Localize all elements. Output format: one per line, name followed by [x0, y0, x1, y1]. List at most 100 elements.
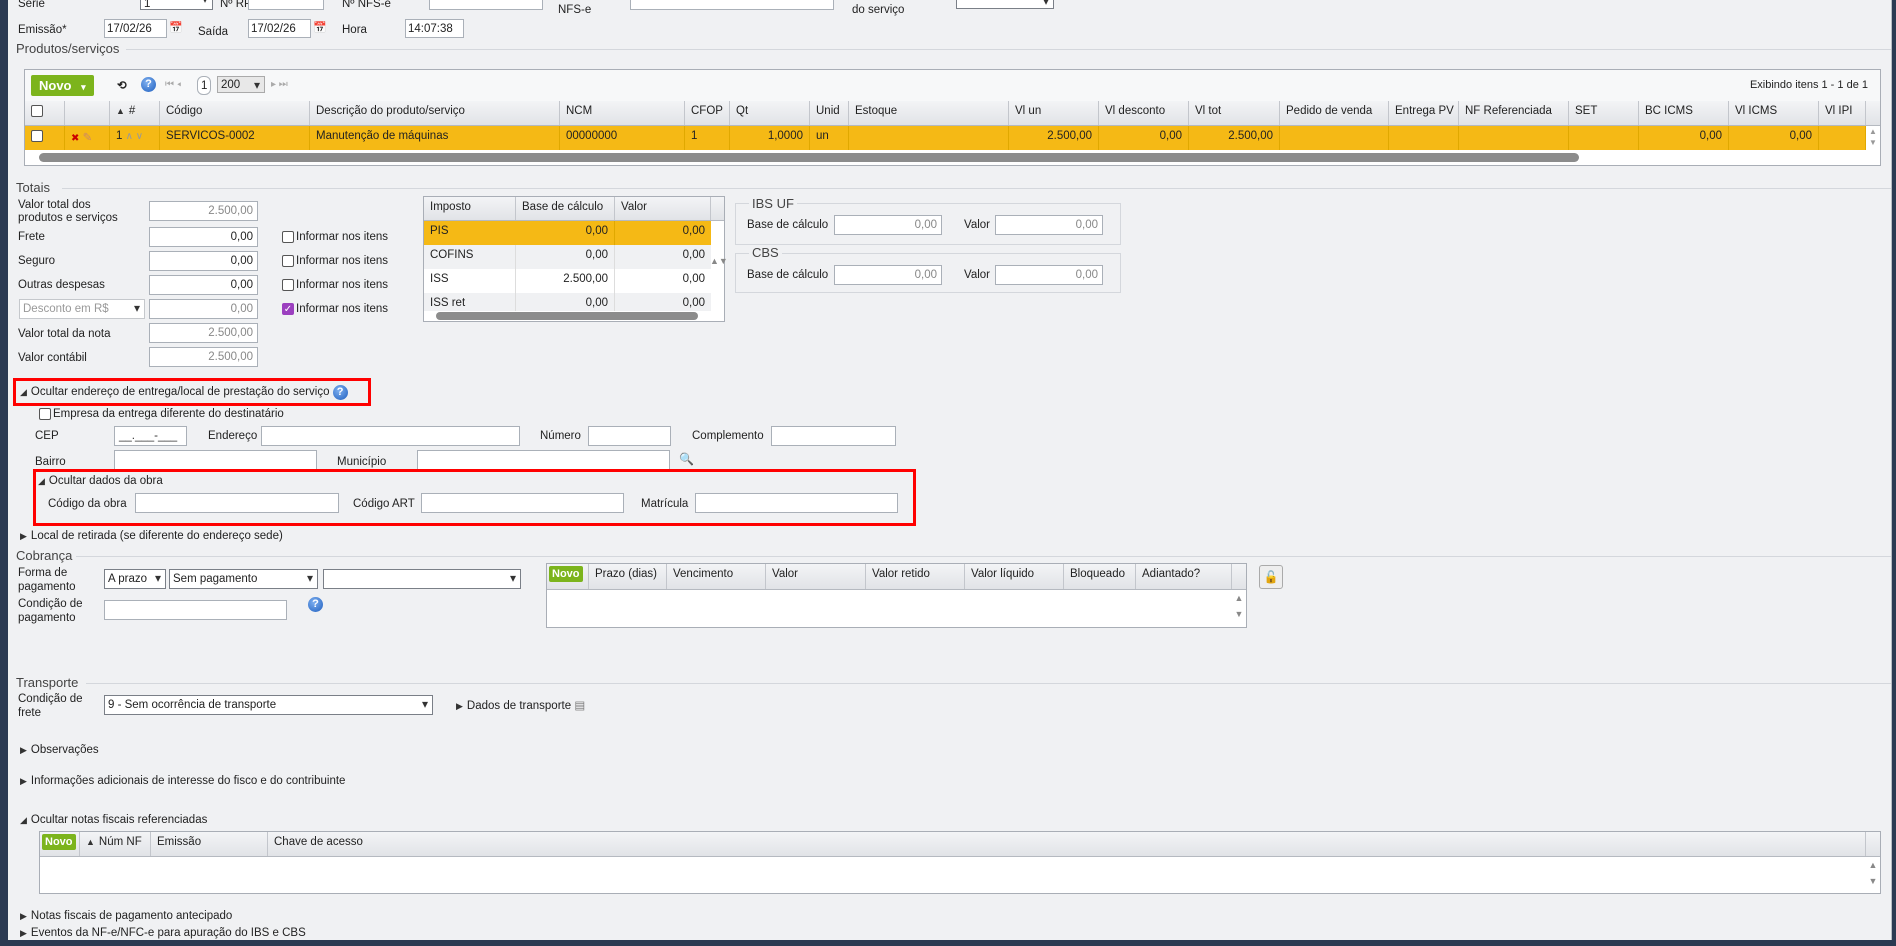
select-all-checkbox[interactable] — [25, 101, 65, 125]
notas-ref-toggle[interactable]: ◢ Ocultar notas fiscais referenciadas — [20, 814, 207, 826]
col-vencimento[interactable]: Vencimento — [667, 564, 766, 589]
col-valor-retido[interactable]: Valor retido — [866, 564, 965, 589]
col-valor[interactable]: Valor — [615, 197, 711, 220]
col-set[interactable]: SET — [1569, 101, 1639, 125]
numero-input[interactable] — [588, 426, 671, 446]
col-estoque[interactable]: Estoque — [849, 101, 1009, 125]
nfse-input[interactable] — [429, 0, 543, 10]
col-chave[interactable]: Chave de acesso — [268, 832, 1866, 856]
dropdown-icon[interactable]: ▾ — [81, 82, 86, 92]
outras-input[interactable]: 0,00 — [149, 275, 258, 295]
codigo-obra-input[interactable] — [135, 493, 339, 513]
calendar-icon[interactable]: 📅 — [169, 21, 183, 34]
complemento-input[interactable] — [771, 426, 896, 446]
col-bc-icms[interactable]: BC ICMS — [1639, 101, 1729, 125]
edit-pencil-icon[interactable]: ✎ — [83, 132, 93, 144]
frete-input[interactable]: 0,00 — [149, 227, 258, 247]
col-emissao[interactable]: Emissão — [151, 832, 268, 856]
cbs-base-input[interactable]: 0,00 — [834, 265, 942, 285]
eventos-toggle[interactable]: ▶ Eventos da NF-e/NFC-e para apuração do … — [20, 927, 306, 939]
table-row[interactable]: ISS ret 0,00 0,00 — [424, 293, 711, 313]
col-base[interactable]: Base de cálculo — [516, 197, 615, 220]
nfse-code-input[interactable] — [630, 0, 834, 10]
informar-outras-checkbox[interactable]: Informar nos itens — [282, 279, 388, 291]
rps-input[interactable] — [248, 0, 324, 10]
hora-input[interactable]: 14:07:38 — [405, 19, 464, 38]
table-row[interactable]: ✖ ✎ 1 ∧ ∨ SERVICOS-0002 Manutenção de má… — [25, 126, 1866, 150]
col-num-nf[interactable]: ▲ Núm NF — [80, 832, 151, 856]
col-imposto[interactable]: Imposto — [424, 197, 516, 220]
vertical-scrollbar[interactable]: ▲▼ — [1866, 126, 1880, 150]
search-icon[interactable]: 🔍 — [679, 452, 694, 466]
col-cfop[interactable]: CFOP — [685, 101, 730, 125]
frete-select[interactable]: 9 - Sem ocorrência de transporte — [104, 695, 433, 715]
col-vl-desconto[interactable]: Vl desconto — [1099, 101, 1189, 125]
table-row[interactable]: PIS 0,00 0,00 — [424, 221, 711, 245]
help-icon[interactable]: ? — [141, 77, 156, 92]
endereco-toggle[interactable]: ◢ Ocultar endereço de entrega/local de pr… — [20, 385, 348, 400]
next-page-icon[interactable]: ▸ ⏭ — [271, 79, 288, 90]
refresh-icon[interactable]: ⟲ — [117, 78, 127, 92]
col-adiantado[interactable]: Adiantado? — [1136, 564, 1232, 589]
endereco-input[interactable] — [261, 426, 520, 446]
table-row[interactable]: COFINS 0,00 0,00 — [424, 245, 711, 269]
col-vl-un[interactable]: Vl un — [1009, 101, 1099, 125]
cbs-valor-input[interactable]: 0,00 — [995, 265, 1103, 285]
help-icon[interactable]: ? — [332, 385, 348, 400]
col-bloqueado[interactable]: Bloqueado — [1064, 564, 1136, 589]
informar-seguro-checkbox[interactable]: Informar nos itens — [282, 255, 388, 267]
vertical-scrollbar[interactable]: ▲▼ — [710, 221, 728, 313]
desconto-select[interactable]: Desconto em R$ — [19, 299, 145, 319]
col-valor[interactable]: Valor — [766, 564, 866, 589]
notas-antecipado-toggle[interactable]: ▶ Notas fiscais de pagamento antecipado — [20, 910, 232, 922]
page-input[interactable]: 1 — [197, 76, 211, 95]
vertical-scrollbar[interactable]: ▲▼ — [1866, 857, 1880, 893]
col-vl-icms[interactable]: Vl ICMS — [1729, 101, 1819, 125]
vertical-scrollbar[interactable]: ▲▼ — [1232, 590, 1246, 627]
local-retirada-toggle[interactable]: ▶ Local de retirada (se diferente do ende… — [20, 530, 283, 542]
bairro-input[interactable] — [114, 450, 317, 470]
seguro-input[interactable]: 0,00 — [149, 251, 258, 271]
matricula-input[interactable] — [695, 493, 898, 513]
help-icon[interactable]: ? — [308, 597, 323, 612]
forma-select[interactable]: A prazo — [104, 569, 166, 589]
emissao-input[interactable]: 17/02/26 — [104, 19, 167, 38]
ibs-base-input[interactable]: 0,00 — [834, 215, 942, 235]
informar-frete-checkbox[interactable]: Informar nos itens — [282, 231, 388, 243]
col-num[interactable]: ▲ # — [110, 101, 160, 125]
desconto-input[interactable]: 0,00 — [149, 299, 258, 319]
serie-select[interactable]: 1 — [140, 0, 213, 10]
novo-button[interactable]: Novo ▾ — [31, 75, 94, 96]
reorder-icon[interactable]: ∧ ∨ — [126, 131, 143, 142]
servico-select[interactable] — [956, 0, 1054, 9]
novo-nota-button[interactable]: Novo — [42, 834, 76, 850]
col-codigo[interactable]: Código — [160, 101, 310, 125]
col-unid[interactable]: Unid — [810, 101, 849, 125]
dados-transporte-toggle[interactable]: ▶ Dados de transporte ▤ — [456, 698, 585, 712]
horizontal-scrollbar[interactable] — [25, 150, 1880, 165]
pagamento-extra-select[interactable] — [323, 569, 521, 589]
municipio-input[interactable] — [417, 450, 670, 470]
row-checkbox[interactable] — [25, 126, 65, 150]
obra-toggle[interactable]: ◢ Ocultar dados da obra — [38, 475, 163, 487]
horizontal-scrollbar[interactable] — [424, 311, 724, 321]
saida-input[interactable]: 17/02/26 — [248, 19, 311, 38]
col-pedido[interactable]: Pedido de venda — [1280, 101, 1389, 125]
col-ncm[interactable]: NCM — [560, 101, 685, 125]
codigo-art-input[interactable] — [421, 493, 624, 513]
col-vl-ipi[interactable]: Vl IPI — [1819, 101, 1866, 125]
col-descricao[interactable]: Descrição do produto/serviço — [310, 101, 560, 125]
col-vl-tot[interactable]: Vl tot — [1189, 101, 1280, 125]
col-valor-liquido[interactable]: Valor líquido — [965, 564, 1064, 589]
cep-input[interactable]: __.___-___ — [114, 426, 187, 446]
col-entrega[interactable]: Entrega PV — [1389, 101, 1459, 125]
observacoes-toggle[interactable]: ▶ Observações — [20, 744, 99, 756]
ibs-valor-input[interactable]: 0,00 — [995, 215, 1103, 235]
lock-icon[interactable]: 🔓 — [1259, 565, 1283, 589]
col-nf-ref[interactable]: NF Referenciada — [1459, 101, 1569, 125]
col-qt[interactable]: Qt — [730, 101, 810, 125]
novo-parcela-button[interactable]: Novo — [549, 566, 583, 582]
tipo-pagamento-select[interactable]: Sem pagamento — [169, 569, 318, 589]
info-adicionais-toggle[interactable]: ▶ Informações adicionais de interesse do … — [20, 775, 345, 787]
table-row[interactable]: ISS 2.500,00 0,00 — [424, 269, 711, 293]
